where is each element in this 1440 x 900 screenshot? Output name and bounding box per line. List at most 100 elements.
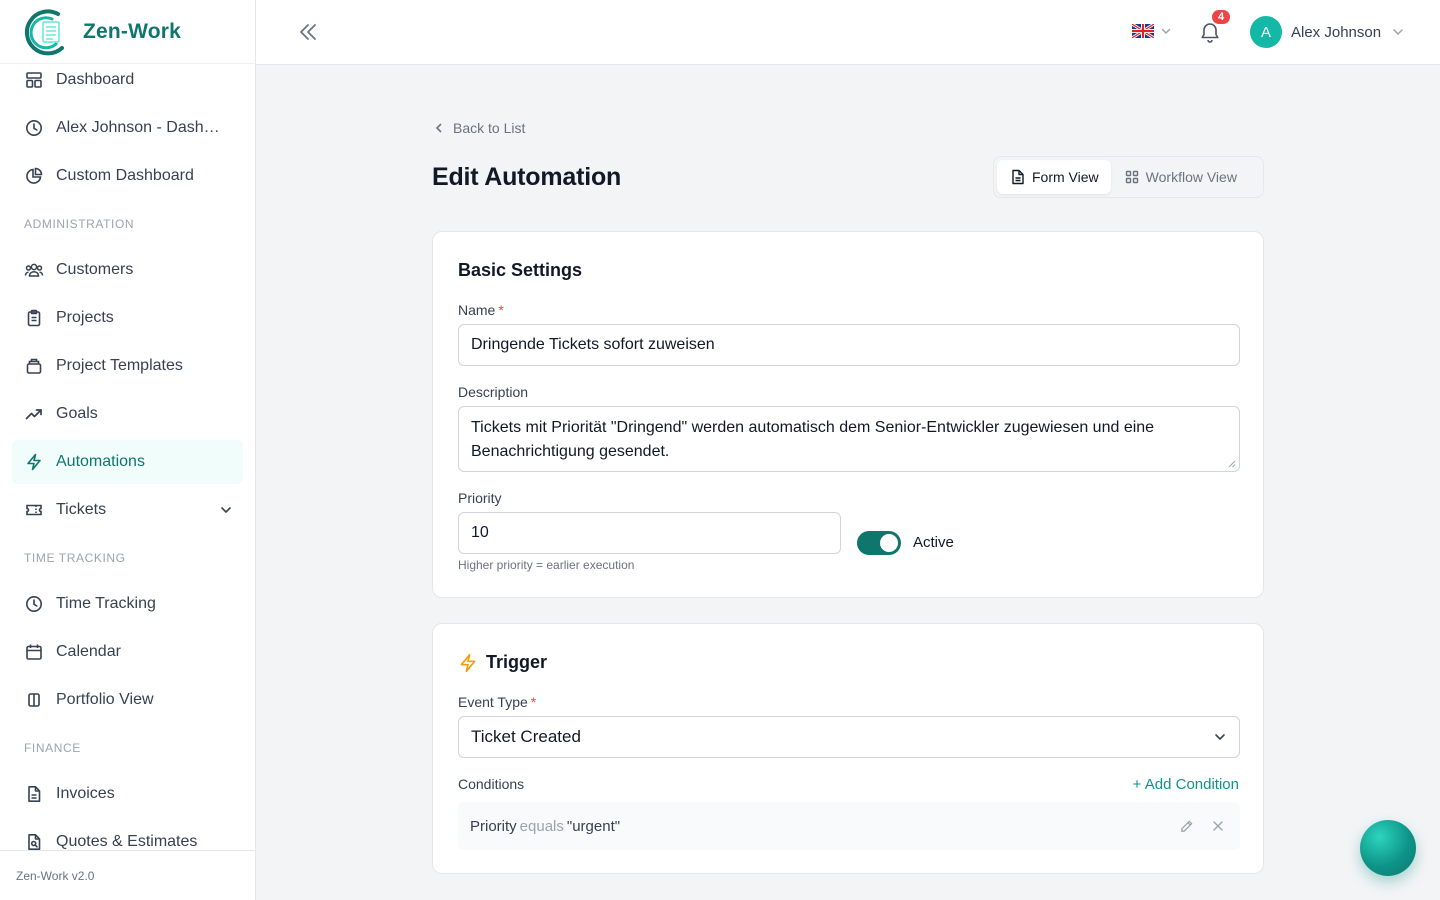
sidebar-item-tickets[interactable]: Tickets [12, 488, 243, 532]
dashboard-icon [24, 70, 44, 90]
sidebar-item-label: Customers [56, 261, 134, 278]
name-label: Name * [458, 302, 504, 318]
sidebar-item-label: Tickets [56, 501, 107, 518]
remove-condition-button[interactable] [1212, 820, 1224, 832]
document-search-icon [24, 832, 44, 850]
sidebar-item-label: Dashboard [56, 71, 135, 88]
view-toggle: Form View Workflow View [993, 156, 1264, 198]
pencil-icon [1181, 820, 1193, 832]
lightning-icon [24, 452, 44, 472]
sidebar-item-label: Alex Johnson - Dashboard [56, 119, 228, 136]
uk-flag-icon [1132, 24, 1154, 38]
chevron-down-icon [1213, 730, 1227, 744]
sidebar-item-user-dashboard[interactable]: Alex Johnson - Dashboard [12, 106, 243, 150]
edit-condition-button[interactable] [1179, 819, 1194, 834]
sidebar: Zen-Work Dashboard Alex Johnson - Dashbo… [0, 0, 256, 900]
sidebar-item-calendar[interactable]: Calendar [12, 630, 243, 674]
sidebar-nav: Dashboard Alex Johnson - Dashboard Custo… [0, 56, 255, 850]
priority-label: Priority [458, 490, 502, 506]
conditions-label: Conditions [458, 776, 525, 792]
sidebar-item-invoices[interactable]: Invoices [12, 772, 243, 816]
collapse-sidebar-button[interactable] [296, 20, 320, 44]
basic-settings-card: Basic Settings Name * Dringende Tickets s… [432, 231, 1264, 598]
sidebar-item-label: Portfolio View [56, 691, 154, 708]
event-type-value: Ticket Created [471, 727, 581, 746]
user-name: Alex Johnson [1291, 23, 1382, 41]
back-to-list-link[interactable]: Back to List [433, 120, 525, 136]
event-type-select[interactable]: Ticket Created [458, 716, 1240, 758]
sidebar-item-project-templates[interactable]: Project Templates [12, 344, 243, 388]
chevron-down-icon[interactable] [219, 503, 233, 517]
sidebar-item-custom-dashboard[interactable]: Custom Dashboard [12, 154, 243, 198]
section-administration: ADMINISTRATION [24, 217, 135, 231]
trend-up-icon [24, 404, 44, 424]
sidebar-item-quotes-estimates[interactable]: Quotes & Estimates [12, 820, 243, 850]
sidebar-item-label: Goals [56, 405, 98, 422]
clock-icon [24, 118, 44, 138]
sidebar-item-goals[interactable]: Goals [12, 392, 243, 436]
template-icon [24, 356, 44, 376]
trigger-title: Trigger [486, 652, 548, 672]
workflow-view-button[interactable]: Workflow View [1111, 160, 1249, 194]
form-view-button[interactable]: Form View [997, 160, 1111, 194]
toggle-knob [880, 534, 898, 552]
add-condition-button[interactable]: + Add Condition [1133, 776, 1239, 793]
language-selector[interactable] [1132, 24, 1172, 38]
description-label: Description [458, 384, 529, 400]
resize-handle-icon[interactable] [1228, 460, 1236, 468]
pie-chart-icon [24, 166, 44, 186]
sidebar-item-projects[interactable]: Projects [12, 296, 243, 340]
condition-operator: equals [519, 817, 564, 835]
condition-row: Priority equals "urgent" [458, 802, 1240, 850]
name-input[interactable]: Dringende Tickets sofort zuweisen [458, 324, 1240, 366]
form-view-label: Form View [1032, 169, 1099, 185]
back-to-list-label: Back to List [453, 120, 526, 136]
chevron-down-icon [1161, 28, 1171, 35]
trigger-card: Trigger Event Type * Ticket Created Condi… [432, 623, 1264, 874]
condition-actions [1179, 819, 1224, 834]
chevron-left-icon [435, 123, 442, 133]
floating-action-button[interactable] [1360, 820, 1416, 876]
section-time-tracking: TIME TRACKING [24, 551, 126, 565]
sidebar-item-label: Projects [56, 309, 114, 326]
document-icon [24, 784, 44, 804]
brand[interactable]: Zen-Work [0, 0, 255, 64]
basic-settings-title: Basic Settings [458, 260, 583, 280]
top-header: 4 A Alex Johnson [256, 0, 1440, 65]
active-label: Active [913, 534, 954, 551]
sidebar-item-label: Project Templates [56, 357, 183, 374]
close-icon [1213, 821, 1223, 831]
app-version: Zen-Work v2.0 [0, 850, 255, 900]
brand-name: Zen-Work [83, 19, 182, 43]
sidebar-item-dashboard[interactable]: Dashboard [12, 58, 243, 102]
sidebar-item-label: Time Tracking [56, 595, 156, 612]
clock-icon [24, 594, 44, 614]
condition-field: Priority [470, 817, 517, 835]
double-chevron-left-icon [300, 24, 316, 40]
active-toggle[interactable] [857, 531, 901, 555]
description-textarea[interactable]: Tickets mit Priorität "Dringend" werden … [458, 406, 1240, 472]
document-icon [1012, 169, 1024, 185]
condition-value: "urgent" [566, 817, 621, 835]
sidebar-item-label: Automations [56, 453, 145, 470]
lightning-icon [460, 653, 476, 672]
priority-input[interactable]: 10 [458, 512, 841, 554]
sidebar-item-portfolio-view[interactable]: Portfolio View [12, 678, 243, 722]
sidebar-item-automations[interactable]: Automations [12, 440, 243, 484]
sidebar-item-label: Quotes & Estimates [56, 833, 198, 850]
avatar: A [1250, 16, 1282, 48]
sidebar-item-label: Invoices [56, 785, 115, 802]
ticket-icon [24, 500, 44, 520]
workflow-view-label: Workflow View [1145, 169, 1237, 185]
event-type-label: Event Type * [458, 694, 537, 710]
users-icon [24, 260, 44, 280]
page-title: Edit Automation [432, 163, 622, 191]
sidebar-item-customers[interactable]: Customers [12, 248, 243, 292]
trigger-header: Trigger [458, 652, 547, 673]
sidebar-item-label: Custom Dashboard [56, 167, 194, 184]
user-menu[interactable]: A Alex Johnson [1250, 16, 1405, 48]
priority-hint: Higher priority = earlier execution [458, 558, 635, 572]
sidebar-item-time-tracking[interactable]: Time Tracking [12, 582, 243, 626]
grid-icon [1125, 170, 1138, 184]
columns-icon [24, 690, 44, 710]
